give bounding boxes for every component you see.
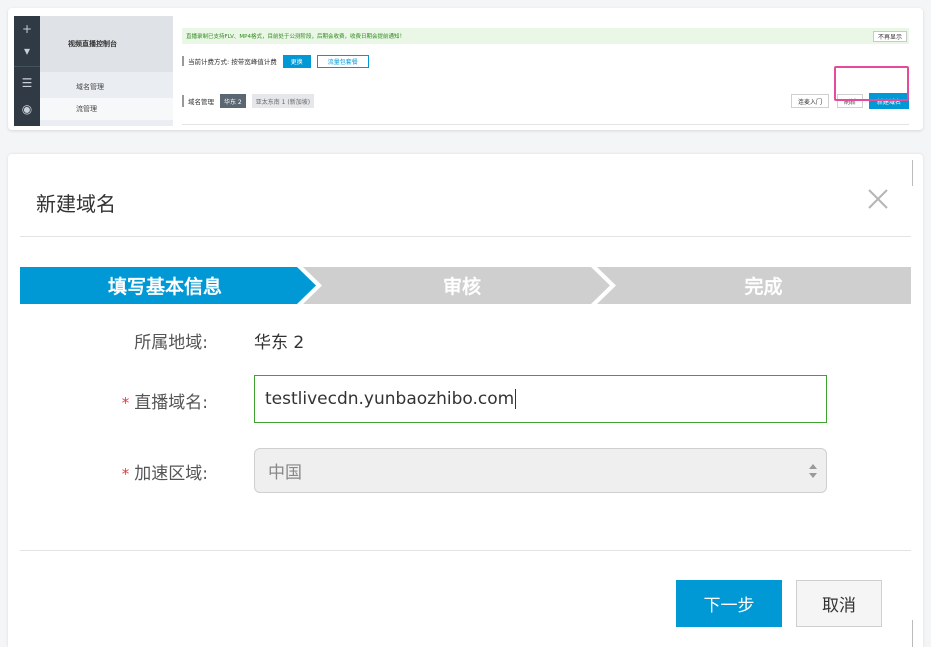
divider <box>20 236 911 237</box>
highlight-annotation <box>834 66 909 101</box>
change-billing-button[interactable]: 更换 <box>282 54 311 68</box>
step-indicator: 填写基本信息 审核 完成 <box>20 267 911 304</box>
caret-down-icon[interactable]: ▾ <box>14 40 40 62</box>
server-icon[interactable]: ☰ <box>14 72 40 94</box>
section-marker <box>182 95 184 107</box>
tab-region-east-2[interactable]: 华东 2 <box>220 94 246 108</box>
step-1-label: 填写基本信息 <box>107 276 222 298</box>
sidebar-item-domain-management[interactable]: 域名管理 <box>40 76 173 98</box>
billing-text: 当前计费方式: 按带宽峰值计费 <box>188 58 277 66</box>
required-mark: * <box>121 465 130 483</box>
rail-divider <box>14 66 40 67</box>
acceleration-select[interactable]: 中国 <box>254 448 827 493</box>
new-domain-dialog: 新建域名 填写基本信息 审核 完成 所属地域: 华东 2 * 直播域名: test… <box>8 154 923 647</box>
notice-banner: 直播录制已支持FLV、MP4格式，目前处于公测阶段，后期会收费，收费日期会提前通… <box>182 28 909 44</box>
console-sidebar: 视频直播控制台 域名管理 流管理 <box>40 16 173 126</box>
region-label: 所属地域: <box>134 333 208 353</box>
divider <box>20 550 911 551</box>
sidebar-item-stream-management[interactable]: 流管理 <box>40 98 173 120</box>
section-marker <box>182 56 184 66</box>
dismiss-notice-button[interactable]: 不再显示 <box>872 31 907 42</box>
required-mark: * <box>121 394 130 412</box>
edge-marker <box>912 620 913 647</box>
console-preview: + ▾ ☰ ◉ 视频直播控制台 域名管理 流管理 直播录制已支持FLV、MP4格… <box>8 8 923 130</box>
edge-marker <box>912 160 913 186</box>
tab-region-singapore[interactable]: 亚太东南 1 (新加坡) <box>251 94 315 108</box>
dialog-title: 新建域名 <box>36 192 116 216</box>
sidebar-title: 视频直播控制台 <box>40 16 173 72</box>
domain-label: * 直播域名: <box>48 388 208 413</box>
region-value: 华东 2 <box>254 333 305 353</box>
domain-label-text: 直播域名: <box>134 393 208 413</box>
connect-guide-button[interactable]: 连麦入门 <box>790 94 829 108</box>
domain-tabs-title: 域名管理 <box>188 98 214 106</box>
console-main: 直播录制已支持FLV、MP4格式，目前处于公测阶段，后期会收费，收费日期会提前通… <box>182 16 917 126</box>
close-icon[interactable] <box>867 188 889 210</box>
plus-icon[interactable]: + <box>14 18 40 40</box>
acceleration-label: * 加速区域: <box>48 459 208 484</box>
domain-input[interactable]: testlivecdn.yunbaozhibo.com <box>254 375 827 423</box>
select-arrows-icon <box>809 464 817 478</box>
domain-input-value: testlivecdn.yunbaozhibo.com <box>265 389 515 409</box>
next-step-button[interactable]: 下一步 <box>676 580 782 627</box>
cancel-button[interactable]: 取消 <box>796 580 882 627</box>
step-2-label: 审核 <box>442 276 481 298</box>
stream-icon[interactable]: ◉ <box>14 98 40 120</box>
billing-row: 当前计费方式: 按带宽峰值计费 更换 流量包套餐 <box>182 54 369 68</box>
step-3-label: 完成 <box>744 276 783 298</box>
traffic-package-button[interactable]: 流量包套餐 <box>316 54 369 68</box>
divider <box>182 124 909 125</box>
acceleration-select-value: 中国 <box>268 463 302 483</box>
text-caret <box>515 389 517 409</box>
acceleration-label-text: 加速区域: <box>134 464 208 484</box>
